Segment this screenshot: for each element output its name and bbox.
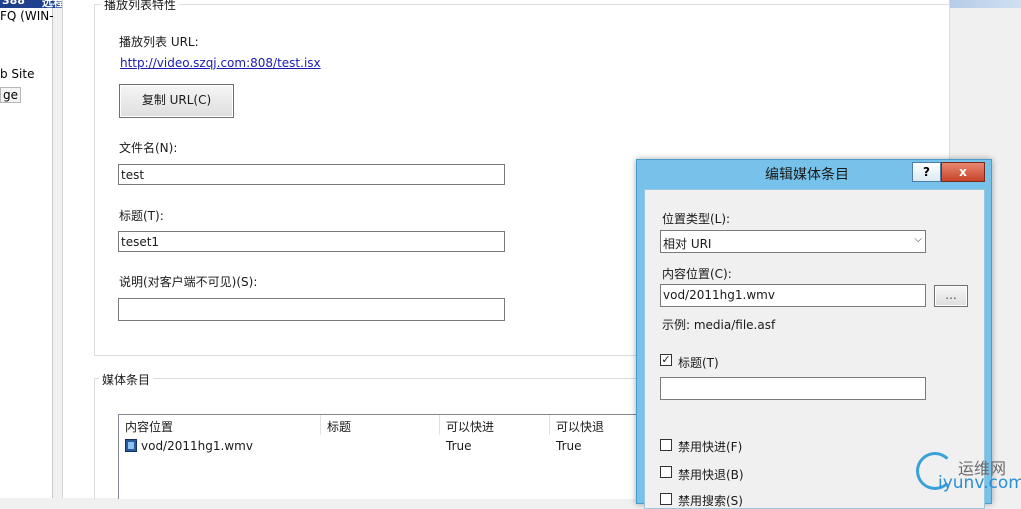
title-field[interactable]: teset1: [118, 231, 505, 252]
tree-item-site[interactable]: b Site: [0, 67, 34, 81]
column-header-location[interactable]: 内容位置: [119, 415, 321, 435]
row-can-rw: True: [556, 439, 582, 453]
content-location-field[interactable]: vod/2011hg1.wmv: [660, 284, 926, 307]
column-header-can-rw[interactable]: 可以快退: [550, 415, 639, 435]
title-checkbox-label: 标题(T): [678, 356, 719, 370]
location-type-label: 位置类型(L):: [662, 212, 731, 226]
example-text: 示例: media/file.asf: [662, 318, 776, 332]
tree-item-server[interactable]: FQ (WIN-: [0, 9, 54, 23]
description-label: 说明(对客户端不可见)(S):: [119, 275, 258, 289]
copy-url-button[interactable]: 复制 URL(C): [119, 84, 234, 118]
content-location-label: 内容位置(C):: [662, 267, 732, 281]
row-location: vod/2011hg1.wmv: [141, 439, 253, 453]
title-label: 标题(T):: [119, 209, 164, 223]
disable-seek-label: 禁用搜索(S): [678, 494, 743, 508]
playlist-url-link[interactable]: http://video.szqj.com:808/test.isx: [120, 56, 321, 70]
filename-field[interactable]: test: [118, 164, 505, 185]
filename-label: 文件名(N):: [119, 141, 178, 155]
chevron-down-icon: ⌵: [914, 234, 922, 245]
media-list-view[interactable]: 内容位置 标题 可以快进 可以快退 vod/2011hg1.wmv True T…: [118, 414, 640, 499]
media-group-title: 媒体条目: [99, 371, 154, 388]
column-header-can-ff[interactable]: 可以快进: [440, 415, 550, 435]
playlist-group-title: 播放列表特性: [101, 0, 180, 10]
disable-ff-checkbox[interactable]: [660, 439, 672, 451]
titlebar-left-text: 388: [2, 0, 25, 7]
table-row[interactable]: vod/2011hg1.wmv True True: [119, 436, 639, 456]
location-type-select[interactable]: 相对 URI ⌵: [660, 230, 926, 253]
help-button[interactable]: ?: [912, 162, 941, 182]
disable-rw-label: 禁用快退(B): [678, 468, 744, 482]
location-type-value: 相对 URI: [663, 237, 712, 251]
browse-button[interactable]: ...: [934, 285, 968, 307]
row-can-ff: True: [446, 439, 472, 453]
left-tree-pane: FQ (WIN- b Site ge: [0, 8, 54, 498]
column-header-title[interactable]: 标题: [321, 415, 440, 435]
close-button[interactable]: x: [941, 162, 985, 182]
disable-seek-checkbox[interactable]: [660, 493, 672, 505]
disable-rw-checkbox[interactable]: [660, 466, 672, 478]
playlist-url-label: 播放列表 URL:: [119, 35, 199, 49]
watermark-en-text: iyunv.com: [938, 473, 1021, 493]
dialog-title-field[interactable]: [660, 377, 926, 400]
tree-item-selected[interactable]: ge: [0, 87, 21, 103]
title-checkbox[interactable]: ✓: [660, 354, 672, 366]
description-field[interactable]: [118, 298, 505, 321]
disable-ff-label: 禁用快进(F): [678, 440, 743, 454]
